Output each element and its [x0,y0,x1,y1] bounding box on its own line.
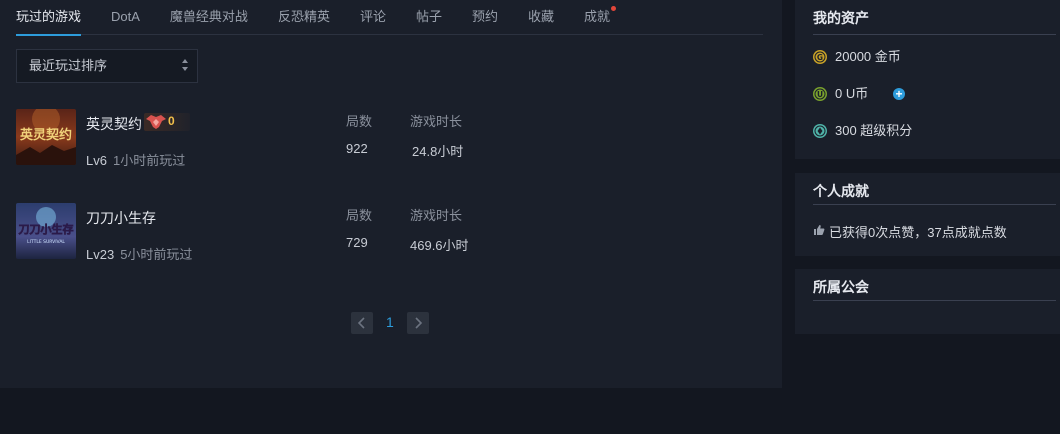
game-cover-title: 刀刀小生存 [19,222,74,236]
achievements-title: 个人成就 [813,183,869,199]
game-name[interactable]: 刀刀小生存 [86,208,156,228]
tab-comments[interactable]: 评论 [360,0,386,35]
guild-title: 所属公会 [813,279,869,295]
tab-posts[interactable]: 帖子 [416,0,442,35]
rounds-value: 729 [346,235,368,250]
assets-panel: 我的资产 G 20000 金币 U 0 U币 + 300 超级积分 [795,0,1060,159]
game-cover-subtitle: LITTLE SURVIVAL [27,239,65,245]
game-level: Lv6 [86,153,107,168]
divider [813,34,1056,35]
last-played: 1小时前玩过 [112,153,186,168]
svg-text:G: G [817,53,823,62]
points-balance-text: 300 超级积分 [835,123,913,138]
wings-badge-icon [146,115,166,129]
next-page-button[interactable] [407,312,429,334]
assets-title: 我的资产 [813,10,869,26]
chevron-right-icon [415,317,423,329]
super-points-icon [813,124,827,138]
tab-bar: 玩过的游戏 DotA 魔兽经典对战 反恐精英 评论 帖子 预约 收藏 成就 [16,0,763,36]
gold-balance-text: 20000 金币 [835,49,901,64]
tab-favorites[interactable]: 收藏 [528,0,554,35]
svg-text:U: U [817,90,823,99]
achievements-text: 已获得0次点赞，37点成就点数 [829,225,1007,240]
divider [813,300,1056,301]
game-cover[interactable]: 英灵契约 [16,109,76,165]
game-row: 英灵契约 英灵契约 0 Lv6 1小时前玩过 局数 922 游戏时长 24.8小时 [16,109,716,168]
honor-badge-count: 0 [168,114,175,128]
game-cover-title: 英灵契约 [19,127,72,143]
guild-panel: 所属公会 [795,269,1060,334]
playtime-label: 游戏时长 [410,208,463,223]
game-row: 刀刀小生存 LITTLE SURVIVAL 刀刀小生存 Lv23 5小时前玩过 局… [16,203,716,262]
tab-warcraft-classic[interactable]: 魔兽经典对战 [170,0,248,35]
game-level: Lv23 [86,247,115,262]
add-ucoin-button[interactable]: + [893,88,905,100]
sort-select[interactable]: 最近玩过排序 [16,49,198,83]
rounds-label: 局数 [346,208,373,223]
main-panel: 玩过的游戏 DotA 魔兽经典对战 反恐精英 评论 帖子 预约 收藏 成就 最近… [0,0,782,388]
sort-select-value: 最近玩过排序 [29,58,108,73]
thumbs-up-icon [814,225,825,235]
rounds-value: 922 [346,141,368,156]
honor-badge: 0 [144,113,190,131]
tab-achievements-label: 成就 [584,9,611,24]
tab-counter-strike[interactable]: 反恐精英 [278,0,330,35]
notification-dot [611,6,617,11]
game-meta: Lv6 1小时前玩过 [86,150,185,169]
last-played: 5小时前玩过 [120,247,193,262]
tab-played-games[interactable]: 玩过的游戏 [16,0,82,36]
ucoin-balance-text: 0 U币 [835,86,869,101]
rounds-label: 局数 [346,114,373,129]
page-number-current[interactable]: 1 [386,314,394,330]
game-meta: Lv23 5小时前玩过 [86,244,192,263]
chevron-left-icon [357,317,365,329]
divider [813,204,1056,205]
gold-coin-icon: G [813,50,827,64]
u-coin-icon: U [813,87,827,101]
prev-page-button[interactable] [351,312,373,334]
sort-arrows-icon [181,59,189,73]
playtime-label: 游戏时长 [410,114,463,129]
tab-achievements[interactable]: 成就 [584,0,617,35]
game-cover[interactable]: 刀刀小生存 LITTLE SURVIVAL [16,203,76,259]
tab-dota[interactable]: DotA [111,0,140,35]
playtime-value: 24.8小时 [412,144,464,159]
tab-reservations[interactable]: 预约 [472,0,498,35]
achievements-panel: 个人成就 已获得0次点赞，37点成就点数 [795,173,1060,256]
game-name[interactable]: 英灵契约 [86,114,142,134]
playtime-value: 469.6小时 [410,238,469,253]
